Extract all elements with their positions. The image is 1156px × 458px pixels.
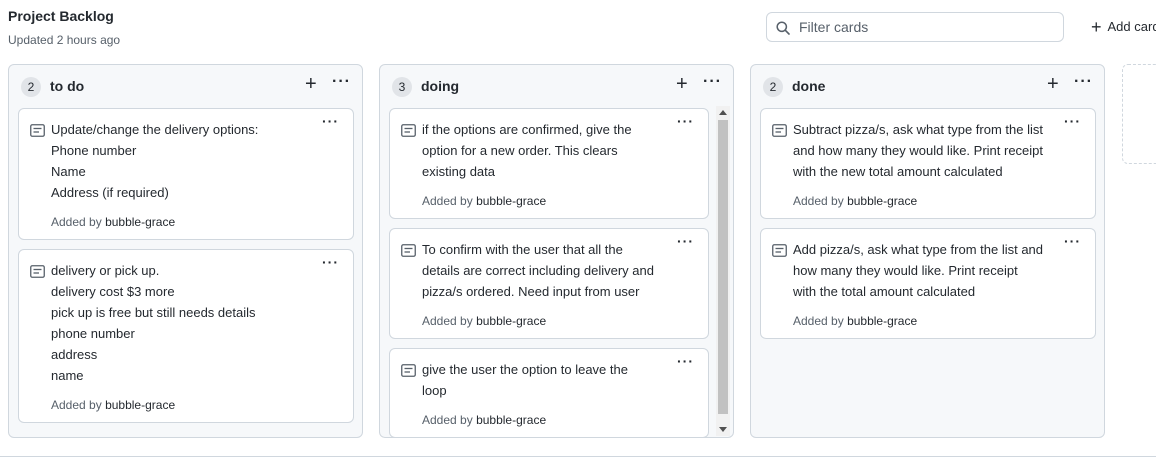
note-icon xyxy=(772,124,787,137)
card-note-text: To confirm with the user that all the de… xyxy=(422,242,654,299)
note-icon xyxy=(30,265,45,278)
project-title: Project Backlog xyxy=(8,8,114,24)
column-title: doing xyxy=(421,78,460,94)
card-more-icon[interactable]: ··· xyxy=(677,113,694,129)
card[interactable]: Update/change the delivery options: Phon… xyxy=(18,108,354,240)
card-added-by: Added by bubble-grace xyxy=(422,413,547,427)
author-link[interactable]: bubble-grace xyxy=(847,314,917,328)
note-icon xyxy=(772,244,787,257)
card-added-by: Added by bubble-grace xyxy=(793,314,918,328)
divider xyxy=(0,456,1156,457)
column-title: to do xyxy=(50,78,85,94)
column-doing: 3 doing + ··· if the options are confirm… xyxy=(379,64,734,438)
card-added-by: Added by bubble-grace xyxy=(51,215,176,229)
card-more-icon[interactable]: ··· xyxy=(322,113,339,129)
column-more-icon[interactable]: ··· xyxy=(332,73,351,91)
card-note-text: Subtract pizza/s, ask what type from the… xyxy=(793,122,1044,179)
column-count-badge: 2 xyxy=(21,77,41,97)
add-card-plus-icon[interactable]: + xyxy=(1047,74,1059,94)
card-note-text: Add pizza/s, ask what type from the list… xyxy=(793,242,1044,299)
card-note-text: Update/change the delivery options: Phon… xyxy=(51,122,259,200)
card-more-icon[interactable]: ··· xyxy=(677,353,694,369)
card[interactable]: if the options are confirmed, give the o… xyxy=(389,108,709,219)
search-icon xyxy=(776,21,790,35)
author-link[interactable]: bubble-grace xyxy=(476,314,546,328)
note-icon xyxy=(401,124,416,137)
updated-status: Updated 2 hours ago xyxy=(8,33,121,47)
note-icon xyxy=(401,244,416,257)
card[interactable]: Subtract pizza/s, ask what type from the… xyxy=(760,108,1096,219)
scroll-down-arrow-icon[interactable] xyxy=(719,427,727,432)
column-to-do: 2 to do + ··· Update/change the delivery… xyxy=(8,64,363,438)
card-more-icon[interactable]: ··· xyxy=(322,254,339,270)
card[interactable]: delivery or pick up. delivery cost $3 mo… xyxy=(18,249,354,423)
card[interactable]: To confirm with the user that all the de… xyxy=(389,228,709,339)
card-more-icon[interactable]: ··· xyxy=(1064,113,1081,129)
author-link[interactable]: bubble-grace xyxy=(476,194,546,208)
column-count-badge: 2 xyxy=(763,77,783,97)
add-card-plus-icon[interactable]: + xyxy=(305,74,317,94)
add-card-plus-icon[interactable]: + xyxy=(676,74,688,94)
card-added-by: Added by bubble-grace xyxy=(793,194,918,208)
card[interactable]: give the user the option to leave the lo… xyxy=(389,348,709,438)
card-note-text: delivery or pick up. delivery cost $3 mo… xyxy=(51,263,256,383)
add-column-placeholder[interactable] xyxy=(1122,64,1156,164)
card-added-by: Added by bubble-grace xyxy=(51,398,176,412)
column-more-icon[interactable]: ··· xyxy=(703,73,722,91)
add-card-button[interactable]: + Add card xyxy=(1091,16,1156,37)
column-more-icon[interactable]: ··· xyxy=(1074,73,1093,91)
column-scrollbar[interactable] xyxy=(716,106,730,436)
card-added-by: Added by bubble-grace xyxy=(422,194,547,208)
card-more-icon[interactable]: ··· xyxy=(677,233,694,249)
add-card-label: Add card xyxy=(1107,19,1156,34)
filter-cards-input[interactable] xyxy=(799,16,1049,38)
filter-cards-field[interactable] xyxy=(766,12,1064,42)
column-done: 2 done + ··· Subtract pizza/s, ask what … xyxy=(750,64,1105,438)
scroll-up-arrow-icon[interactable] xyxy=(719,110,727,115)
note-icon xyxy=(401,364,416,377)
column-count-badge: 3 xyxy=(392,77,412,97)
author-link[interactable]: bubble-grace xyxy=(476,413,546,427)
author-link[interactable]: bubble-grace xyxy=(105,398,175,412)
note-icon xyxy=(30,124,45,137)
author-link[interactable]: bubble-grace xyxy=(847,194,917,208)
card-added-by: Added by bubble-grace xyxy=(422,314,547,328)
plus-icon: + xyxy=(1091,16,1102,37)
author-link[interactable]: bubble-grace xyxy=(105,215,175,229)
card[interactable]: Add pizza/s, ask what type from the list… xyxy=(760,228,1096,339)
card-note-text: if the options are confirmed, give the o… xyxy=(422,122,632,179)
column-title: done xyxy=(792,78,826,94)
scrollbar-thumb[interactable] xyxy=(718,120,728,414)
card-note-text: give the user the option to leave the lo… xyxy=(422,362,628,398)
card-more-icon[interactable]: ··· xyxy=(1064,233,1081,249)
